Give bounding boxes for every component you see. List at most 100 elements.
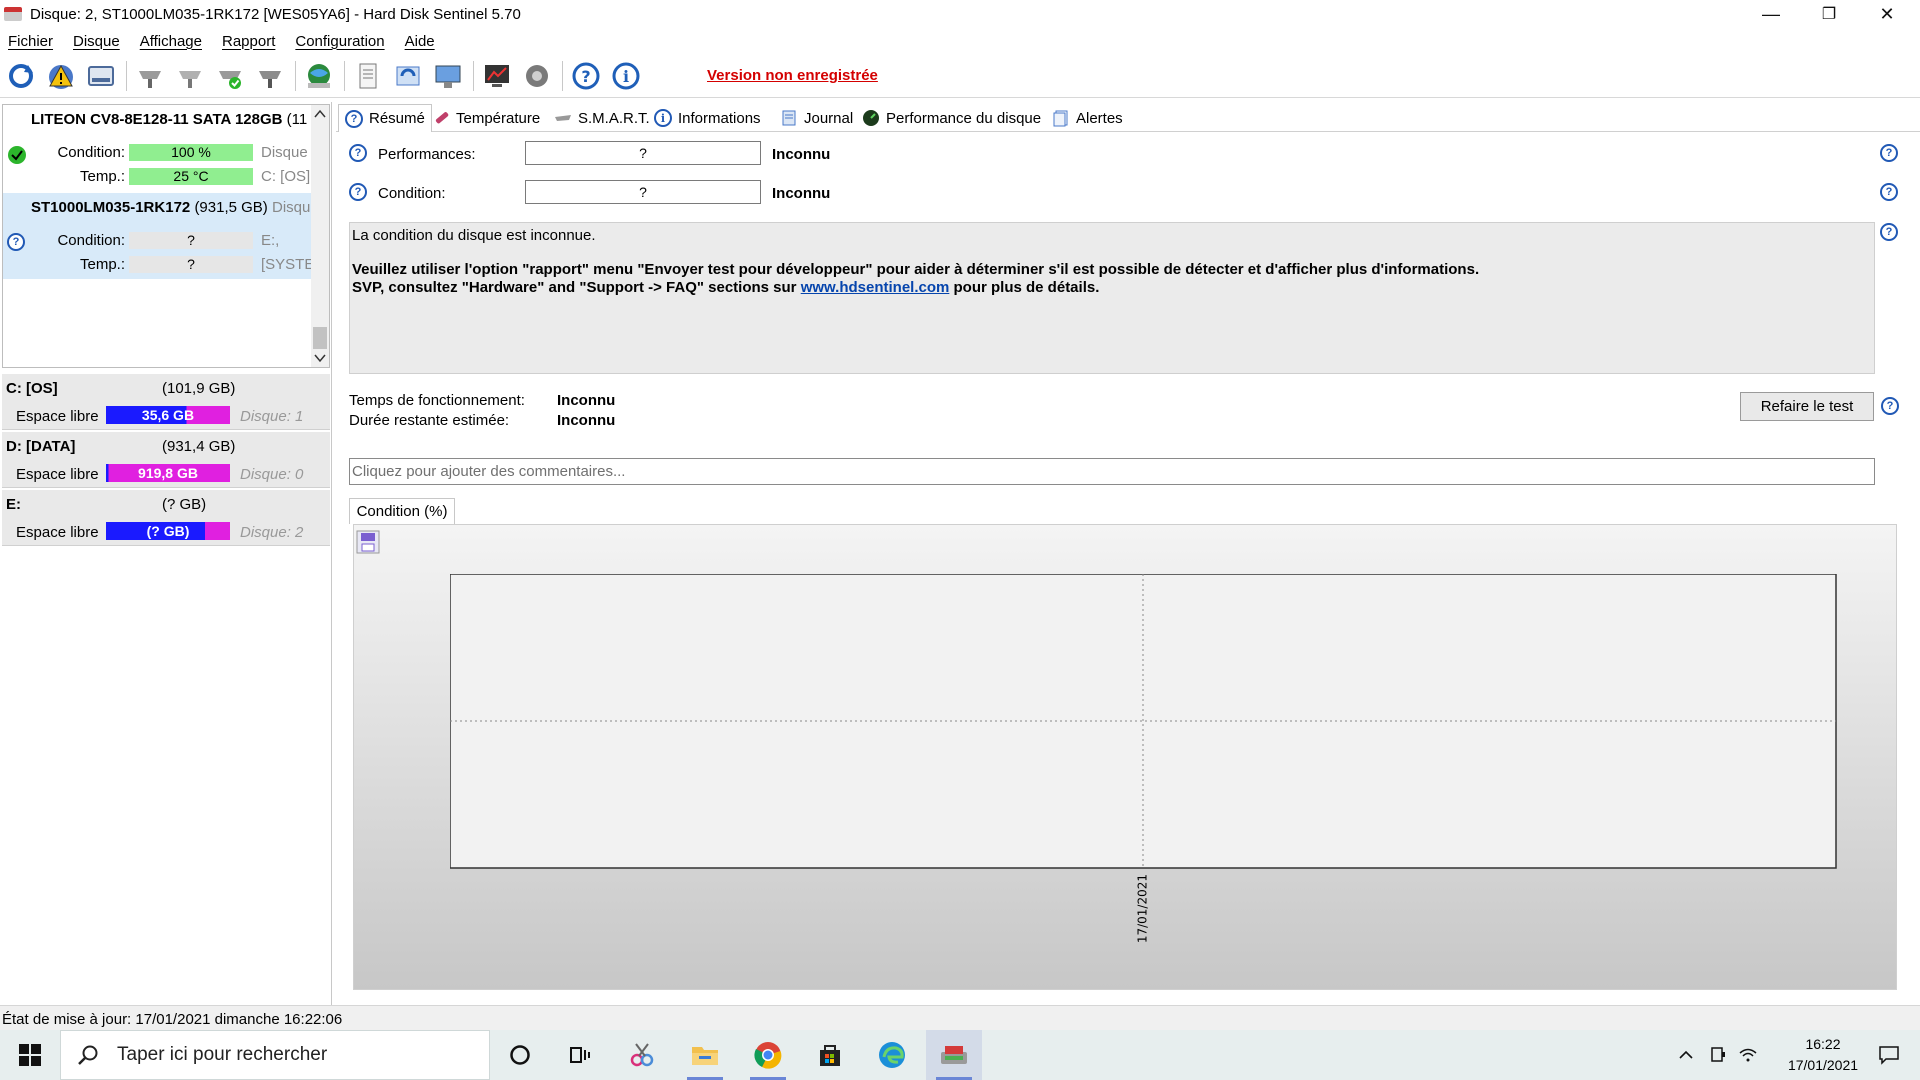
message-instruction: Veuillez utiliser l'option "rapport" men… (352, 261, 1480, 278)
tab-informations[interactable]: i Informations (654, 104, 761, 132)
tab-alertes[interactable]: Alertes (1052, 104, 1123, 132)
drive-tool-1-icon[interactable] (133, 59, 167, 93)
close-button[interactable]: ✕ (1858, 0, 1916, 28)
journal-icon (780, 109, 798, 127)
toolbar-separator (562, 60, 563, 91)
clock-time: 16:22 (1805, 1036, 1841, 1052)
wifi-icon[interactable] (1734, 1030, 1762, 1080)
condition-help-icon[interactable]: ? (349, 183, 367, 201)
minimize-button[interactable]: — (1742, 0, 1800, 28)
disk-right-label: E:, (261, 232, 280, 249)
store-icon[interactable] (802, 1030, 858, 1080)
tab-temperature[interactable]: Température (432, 104, 540, 132)
performances-help-icon[interactable]: ? (349, 144, 367, 162)
menu-configuration[interactable]: Configuration (295, 33, 384, 50)
disk-item-liteon[interactable]: LITEON CV8-8E128-11 SATA 128GB (11 Condi… (3, 105, 313, 191)
tab-label: Résumé (369, 110, 425, 127)
snip-tool-icon[interactable] (614, 1030, 670, 1080)
temp-label: Temp.: (79, 256, 125, 273)
drive-check-icon[interactable] (213, 59, 247, 93)
clock-date: 17/01/2021 (1787, 1057, 1859, 1073)
comment-field[interactable]: Cliquez pour ajouter des commentaires... (349, 458, 1875, 485)
tab-smart[interactable]: S.M.A.R.T. (554, 104, 650, 132)
refresh-icon[interactable] (4, 59, 38, 93)
maximize-button[interactable]: ❐ (1800, 0, 1858, 28)
volume-item-e[interactable]: E: (? GB) Espace libre (? GB) Disque: 2 (2, 490, 330, 546)
message-text: La condition du disque est inconnue. (352, 227, 596, 244)
network-icon[interactable] (431, 59, 465, 93)
device-tray-icon[interactable] (1704, 1030, 1732, 1080)
unregistered-version-link[interactable]: Version non enregistrée (707, 67, 878, 84)
app-icon (4, 7, 22, 21)
tab-label: Alertes (1076, 109, 1123, 127)
drive-tool-2-icon[interactable] (173, 59, 207, 93)
performances-field: ? (525, 141, 761, 165)
drive-tool-4-icon[interactable] (253, 59, 287, 93)
report-icon[interactable] (351, 59, 385, 93)
tray-overflow-icon[interactable] (1672, 1030, 1700, 1080)
disk-list-scrollbar[interactable] (311, 105, 329, 367)
help-icon[interactable]: ? (569, 59, 603, 93)
menu-rapport[interactable]: Rapport (222, 33, 275, 50)
uptime-value: Inconnu (557, 392, 616, 409)
tab-resume[interactable]: ? Résumé (338, 104, 432, 132)
gauge-icon (862, 109, 880, 127)
disk-item-st1000[interactable]: ST1000LM035-1RK172 (931,5 GB) Disqu ? Co… (3, 193, 314, 279)
scroll-up-icon[interactable] (314, 109, 326, 119)
globe-icon[interactable] (302, 59, 336, 93)
menu-aide[interactable]: Aide (405, 33, 435, 50)
left-panel: LITEON CV8-8E128-11 SATA 128GB (11 Condi… (0, 102, 332, 1005)
disk-icon[interactable] (84, 59, 118, 93)
disk-name: ST1000LM035-1RK172 (931,5 GB) Disqu (31, 199, 310, 216)
monitor-icon[interactable] (480, 59, 514, 93)
performances-info-icon[interactable]: ? (1880, 144, 1898, 162)
menu-disque[interactable]: Disque (73, 33, 120, 50)
scroll-down-icon[interactable] (314, 353, 326, 363)
hd-sentinel-taskbar-icon[interactable] (926, 1030, 982, 1080)
tab-journal[interactable]: Journal (780, 104, 853, 132)
volume-name: C: [OS] (6, 380, 58, 397)
volume-item-d[interactable]: D: [DATA] (931,4 GB) Espace libre 919,8 … (2, 432, 330, 488)
volume-name: D: [DATA] (6, 438, 76, 455)
notifications-icon[interactable] (1864, 1030, 1914, 1080)
search-placeholder: Taper ici pour rechercher (117, 1044, 328, 1065)
menu-affichage[interactable]: Affichage (140, 33, 202, 50)
cortana-icon[interactable] (492, 1030, 548, 1080)
tab-label: Informations (678, 109, 761, 127)
settings-icon[interactable] (520, 59, 554, 93)
volume-item-c[interactable]: C: [OS] (101,9 GB) Espace libre 35,6 GB … (2, 374, 330, 430)
temp-label: Temp.: (79, 168, 125, 185)
remaining-value: Inconnu (557, 412, 616, 429)
tab-performance[interactable]: Performance du disque (862, 104, 1041, 132)
menu-fichier[interactable]: Fichier (8, 33, 53, 50)
message-help-icon[interactable]: ? (1880, 223, 1898, 241)
condition-info-icon[interactable]: ? (1880, 183, 1898, 201)
file-explorer-icon[interactable] (677, 1030, 733, 1080)
scroll-thumb[interactable] (313, 327, 327, 349)
tab-bar: ? Résumé Température S.M.A.R.T. i Inform… (336, 102, 1920, 132)
alert-icon[interactable] (44, 59, 78, 93)
disk-model: LITEON CV8-8E128-11 SATA 128GB (31, 111, 283, 128)
taskbar-clock[interactable]: 16:22 17/01/2021 (1778, 1034, 1868, 1076)
hdsentinel-link[interactable]: www.hdsentinel.com (801, 279, 950, 296)
sync-icon[interactable] (391, 59, 425, 93)
retest-button[interactable]: Refaire le test (1740, 392, 1874, 421)
volume-disk: Disque: 2 (240, 524, 304, 541)
info-icon[interactable]: i (609, 59, 643, 93)
taskbar-search[interactable]: Taper ici pour rechercher (60, 1030, 490, 1080)
tab-label: Performance du disque (886, 109, 1042, 127)
free-space-label: Espace libre (16, 524, 99, 541)
condition-chart: 0 17/01/2021 (450, 574, 1837, 943)
tab-label: S.M.A.R.T. (578, 109, 650, 127)
free-space-label: Espace libre (16, 408, 99, 425)
smart-drive-icon (554, 109, 572, 127)
save-icon[interactable] (356, 530, 380, 554)
edge-icon[interactable] (864, 1030, 920, 1080)
chrome-icon[interactable] (740, 1030, 796, 1080)
retest-help-icon[interactable]: ? (1881, 397, 1899, 415)
start-button[interactable] (0, 1030, 60, 1080)
free-space-bar: 35,6 GB (106, 406, 230, 424)
free-space-label: Espace libre (16, 466, 99, 483)
tab-condition-chart[interactable]: Condition (%) (349, 498, 455, 524)
task-view-icon[interactable] (552, 1030, 608, 1080)
